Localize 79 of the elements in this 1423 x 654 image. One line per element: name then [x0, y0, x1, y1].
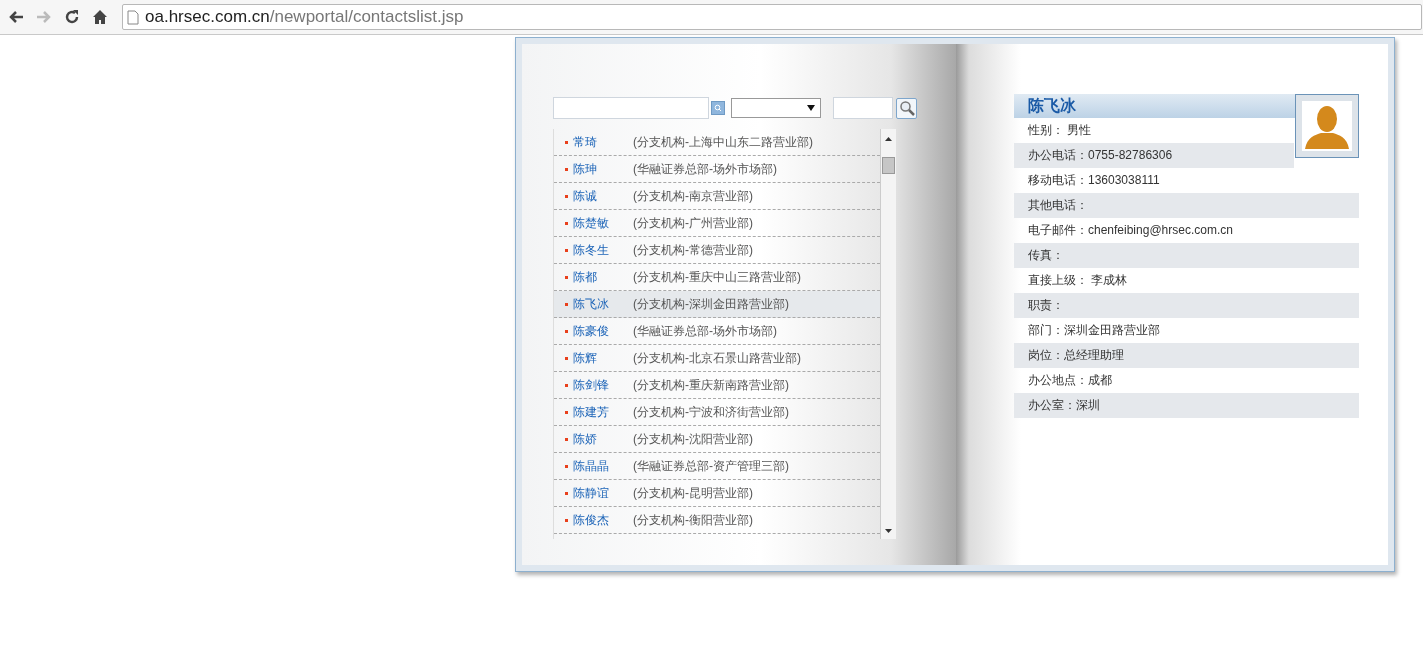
contact-department: (分支机构-广州营业部) — [633, 215, 753, 232]
bullet-icon — [565, 167, 568, 171]
address-bar[interactable]: oa.hrsec.com.cn/newportal/contactslist.jsp — [122, 4, 1422, 30]
person-silhouette-icon — [1302, 101, 1352, 151]
bullet-icon — [565, 221, 568, 225]
detail-field: 部门：深圳金田路营业部 — [1014, 318, 1359, 343]
contact-name[interactable]: 陈俊杰 — [573, 511, 633, 529]
bullet-icon — [565, 275, 568, 279]
contact-name[interactable]: 陈娇 — [573, 430, 633, 448]
bullet-icon — [565, 302, 568, 306]
bullet-icon — [565, 410, 568, 414]
contact-name[interactable]: 陈楚敏 — [573, 214, 633, 232]
contact-name[interactable]: 常琦 — [573, 133, 633, 151]
url-path: /newportal/contactslist.jsp — [269, 7, 464, 27]
contact-name[interactable]: 陈建芳 — [573, 403, 633, 421]
detail-field: 移动电话：13603038111 — [1014, 168, 1359, 193]
contact-department: (分支机构-南京营业部) — [633, 188, 753, 205]
bullet-icon — [565, 194, 568, 198]
contact-name[interactable]: 陈诚 — [573, 187, 633, 205]
bullet-icon — [565, 491, 568, 495]
contact-department: (华融证券总部-场外市场部) — [633, 323, 777, 340]
url-host: oa.hrsec.com.cn — [145, 7, 270, 27]
bullet-icon — [565, 329, 568, 333]
contact-department: (分支机构-常德营业部) — [633, 242, 753, 259]
detail-field: 性别： 男性 — [1014, 118, 1294, 143]
contact-department: (华融证券总部-场外市场部) — [633, 161, 777, 178]
scroll-down-icon[interactable] — [885, 529, 892, 533]
bullet-icon — [565, 437, 568, 441]
contact-department: (分支机构-衡阳营业部) — [633, 512, 753, 529]
search-button[interactable] — [711, 101, 725, 115]
home-icon[interactable] — [92, 9, 108, 25]
contact-department: (分支机构-昆明营业部) — [633, 485, 753, 502]
back-icon[interactable] — [8, 10, 24, 24]
reload-icon[interactable] — [64, 9, 80, 25]
forward-icon[interactable] — [36, 10, 52, 24]
bullet-icon — [565, 464, 568, 468]
search-field[interactable] — [833, 97, 893, 119]
contact-department: (分支机构-上海中山东二路营业部) — [633, 134, 813, 151]
contact-department: (分支机构-沈阳营业部) — [633, 431, 753, 448]
contact-name[interactable]: 陈晶晶 — [573, 457, 633, 475]
contact-name[interactable]: 陈冬生 — [573, 241, 633, 259]
detail-field: 电子邮件：chenfeibing@hrsec.com.cn — [1014, 218, 1359, 243]
bullet-icon — [565, 140, 568, 144]
detail-field: 办公室：深圳 — [1014, 393, 1359, 418]
contact-name[interactable]: 陈珅 — [573, 160, 633, 178]
detail-field: 传真： — [1014, 243, 1359, 268]
contact-department: (分支机构-北京石景山路营业部) — [633, 350, 801, 367]
contact-row[interactable]: 陈飞冰 (分支机构-深圳金田路营业部) — [554, 291, 880, 318]
contact-name[interactable]: 陈都 — [573, 268, 633, 286]
page-icon — [127, 9, 139, 25]
bullet-icon — [565, 383, 568, 387]
bullet-icon — [565, 356, 568, 360]
contact-department: (分支机构-宁波和济街营业部) — [633, 404, 789, 421]
scroll-up-icon[interactable] — [885, 137, 892, 141]
contact-department: (分支机构-重庆中山三路营业部) — [633, 269, 801, 286]
scroll-thumb[interactable] — [882, 157, 895, 174]
detail-field: 其他电话： — [1014, 193, 1359, 218]
contact-name[interactable]: 陈豪俊 — [573, 322, 633, 340]
detail-field: 直接上级： 李成林 — [1014, 268, 1359, 293]
contact-department: (华融证券总部-资产管理三部) — [633, 458, 789, 475]
detail-field: 职责： — [1014, 293, 1359, 318]
search-button[interactable] — [896, 97, 917, 119]
contact-name[interactable]: 陈静谊 — [573, 484, 633, 502]
bullet-icon — [565, 518, 568, 522]
search-icon — [714, 104, 722, 112]
scrollbar[interactable] — [880, 129, 896, 539]
contact-name[interactable]: 陈剑锋 — [573, 376, 633, 394]
bullet-icon — [565, 248, 568, 252]
detail-field: 办公电话：0755-82786306 — [1014, 143, 1294, 168]
detail-field: 岗位：总经理助理 — [1014, 343, 1359, 368]
contact-department: (分支机构-深圳金田路营业部) — [633, 296, 789, 313]
contact-name[interactable]: 陈飞冰 — [573, 295, 633, 313]
contact-name[interactable]: 陈辉 — [573, 349, 633, 367]
contact-department: (分支机构-重庆新南路营业部) — [633, 377, 789, 394]
dropdown[interactable] — [731, 98, 821, 118]
search-field[interactable] — [553, 97, 709, 119]
dropdown-arrow-icon — [807, 105, 815, 111]
search-icon — [898, 100, 915, 116]
detail-field: 办公地点：成都 — [1014, 368, 1359, 393]
